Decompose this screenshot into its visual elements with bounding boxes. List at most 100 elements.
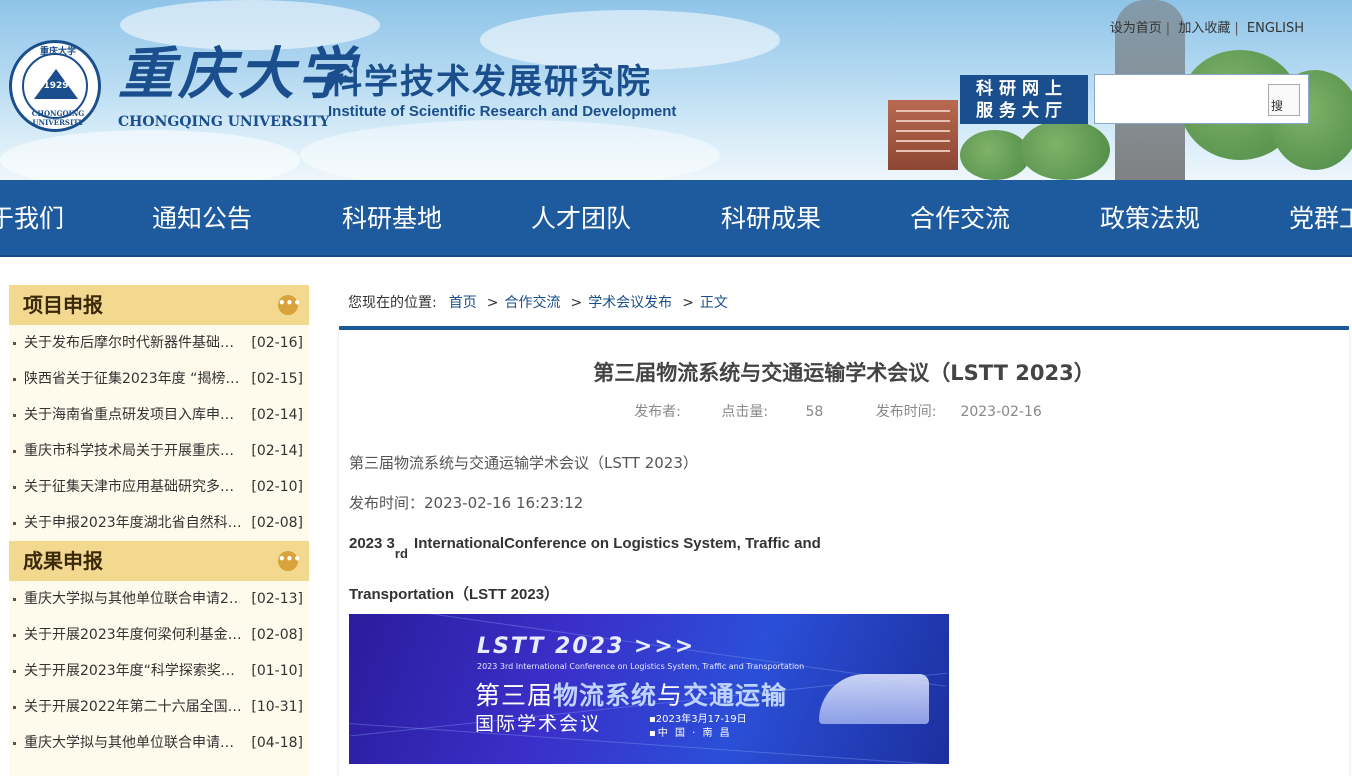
- top-links: 设为首页 | 加入收藏 | ENGLISH: [1110, 17, 1304, 36]
- nav-notices[interactable]: 通知公告: [152, 180, 252, 255]
- list-item-date: [02-15]: [251, 371, 303, 387]
- search-input[interactable]: [1101, 87, 1261, 111]
- list-item[interactable]: 关于开展2023年度何梁何利基金… [02-08]: [9, 617, 309, 653]
- banner-brand: LSTT 2023 >>>: [477, 634, 696, 659]
- breadcrumb-current: 正文: [699, 295, 728, 311]
- list-item-date: [02-14]: [251, 407, 303, 423]
- article-paragraph: 第三届物流系统与交通运输学术会议（LSTT 2023）: [349, 454, 698, 472]
- article-meta: 发布者: 点击量: 58 发布时间: 2023-02-16: [339, 402, 1349, 422]
- university-seal-logo[interactable]: 重庆大学 1929 CHONGQING UNIVERSITY: [9, 40, 101, 132]
- bullet-icon: [13, 378, 16, 381]
- list-item-title[interactable]: 关于开展2023年度“科学探索奖…: [24, 653, 240, 689]
- list-item-title[interactable]: 重庆大学拟与其他单位联合申请…: [24, 725, 240, 761]
- breadcrumb-separator: >: [486, 295, 499, 311]
- search-button[interactable]: 搜: [1268, 84, 1300, 116]
- english-link[interactable]: ENGLISH: [1247, 21, 1304, 36]
- institute-name-cn[interactable]: 科学技术发展研究院: [328, 62, 652, 102]
- list-item-date: [02-16]: [251, 335, 303, 351]
- banner-title-part: 与: [657, 681, 684, 710]
- header-cloud: [0, 130, 300, 180]
- list-item[interactable]: 关于征集天津市应用基础研究多… [02-10]: [9, 469, 309, 505]
- publisher-label: 发布者:: [634, 404, 681, 420]
- bullet-icon: [13, 486, 16, 489]
- list-item-title[interactable]: 关于征集天津市应用基础研究多…: [24, 469, 240, 505]
- banner-date: ▪2023年3月17-19日: [649, 714, 747, 725]
- nav-talent-teams[interactable]: 人才团队: [531, 180, 631, 255]
- list-item[interactable]: 关于申报2023年度湖北省自然科… [02-08]: [9, 505, 309, 541]
- list-item[interactable]: 关于发布后摩尔时代新器件基础… [02-16]: [9, 325, 309, 361]
- university-name-cn[interactable]: 重庆大学: [118, 42, 358, 106]
- article-english-title-line2: Transportation（LSTT 2023）: [349, 586, 560, 603]
- en-title-part-a: 2023 3: [349, 535, 395, 552]
- banner-title-highlight: 物流系统: [553, 681, 658, 710]
- tree-image: [960, 130, 1030, 180]
- hall-line1: 科研网上: [976, 79, 1068, 99]
- divider: |: [1165, 21, 1171, 36]
- project-applications-list: 关于发布后摩尔时代新器件基础… [02-16] 陕西省关于征集2023年度 “揭榜…: [9, 325, 309, 541]
- university-name-en: CHONGQING UNIVERSITY: [118, 114, 330, 130]
- list-item-date: [10-31]: [251, 699, 303, 715]
- list-item[interactable]: 关于海南省重点研发项目入库申… [02-14]: [9, 397, 309, 433]
- nav-research-bases[interactable]: 科研基地: [342, 180, 442, 255]
- conference-banner-image: LSTT 2023 >>> 2023 3rd International Con…: [349, 614, 949, 764]
- train-graphic: [819, 674, 929, 724]
- article-publish-datetime: 发布时间：2023-02-16 16:23:12: [349, 494, 584, 512]
- list-item-title[interactable]: 关于发布后摩尔时代新器件基础…: [24, 325, 240, 361]
- list-item[interactable]: 重庆市科学技术局关于开展重庆… [02-14]: [9, 433, 309, 469]
- site-header: 重庆大学 1929 CHONGQING UNIVERSITY 重庆大学 CHON…: [0, 0, 1352, 180]
- achievement-applications-list: 重庆大学拟与其他单位联合申请2… [02-13] 关于开展2023年度何梁何利基金…: [9, 581, 309, 761]
- list-item-title[interactable]: 重庆大学拟与其他单位联合申请2…: [24, 581, 240, 617]
- list-item[interactable]: 关于开展2022年第二十六届全国… [10-31]: [9, 689, 309, 725]
- sidebar: 项目申报 ••• 关于发布后摩尔时代新器件基础… [02-16] 陕西省关于征集2…: [9, 285, 309, 776]
- list-item-title[interactable]: 关于开展2023年度何梁何利基金…: [24, 617, 240, 653]
- nav-research-results[interactable]: 科研成果: [721, 180, 821, 255]
- breadcrumb-home[interactable]: 首页: [449, 295, 477, 311]
- banner-title-cn: 第三届物流系统与交通运输: [475, 676, 787, 712]
- breadcrumb-separator: >: [570, 295, 583, 311]
- breadcrumb-conferences[interactable]: 学术会议发布: [588, 295, 672, 311]
- set-homepage-link[interactable]: 设为首页: [1110, 21, 1162, 36]
- list-item[interactable]: 关于开展2023年度“科学探索奖… [01-10]: [9, 653, 309, 689]
- building-image: [888, 100, 958, 170]
- list-item-date: [02-13]: [251, 591, 303, 607]
- seal-ring-text: CHONGQING UNIVERSITY: [31, 109, 85, 127]
- sidebar-section-header: 成果申报 •••: [9, 541, 309, 581]
- list-item-title[interactable]: 关于开展2022年第二十六届全国…: [24, 689, 240, 725]
- list-item[interactable]: 重庆大学拟与其他单位联合申请… [04-18]: [9, 725, 309, 761]
- nav-policies[interactable]: 政策法规: [1100, 180, 1200, 255]
- list-item-title[interactable]: 关于海南省重点研发项目入库申…: [24, 397, 240, 433]
- more-dots-icon[interactable]: •••: [278, 551, 301, 571]
- list-item[interactable]: 陕西省关于征集2023年度 “揭榜… [02-15]: [9, 361, 309, 397]
- clicks: 点击量: 58: [709, 404, 835, 420]
- hall-line2: 服务大厅: [976, 101, 1068, 121]
- bullet-icon: [13, 414, 16, 417]
- list-item-title[interactable]: 关于申报2023年度湖北省自然科…: [24, 505, 240, 541]
- nav-cooperation[interactable]: 合作交流: [910, 180, 1010, 255]
- seal-year: 1929: [43, 81, 69, 91]
- banner-place: ▪中 国 · 南 昌: [649, 728, 732, 739]
- section-title-achievement-applications[interactable]: 成果申报: [23, 541, 103, 581]
- clicks-value: 58: [805, 404, 824, 420]
- list-item-date: [02-08]: [251, 627, 303, 643]
- publish-time: 发布时间: 2023-02-16: [864, 404, 1054, 420]
- list-item-date: [02-08]: [251, 515, 303, 531]
- list-item-title[interactable]: 陕西省关于征集2023年度 “揭榜…: [24, 361, 240, 397]
- bullet-icon: [13, 706, 16, 709]
- list-item[interactable]: 重庆大学拟与其他单位联合申请2… [02-13]: [9, 581, 309, 617]
- banner-title-line2: 国际学术会议: [475, 713, 602, 735]
- list-item-date: [04-18]: [251, 735, 303, 751]
- online-service-hall-button[interactable]: 科研网上 服务大厅: [960, 75, 1088, 124]
- section-title-project-applications[interactable]: 项目申报: [23, 285, 103, 325]
- nav-party-work[interactable]: 党群工作: [1289, 180, 1352, 255]
- more-dots-icon[interactable]: •••: [278, 295, 301, 315]
- list-item-title[interactable]: 重庆市科学技术局关于开展重庆…: [24, 433, 240, 469]
- banner-title-part: 第三届: [475, 681, 554, 710]
- sidebar-section-header: 项目申报 •••: [9, 285, 309, 325]
- add-favorite-link[interactable]: 加入收藏: [1178, 21, 1230, 36]
- breadcrumb-cooperation[interactable]: 合作交流: [504, 295, 560, 311]
- nav-about-us[interactable]: 关于我们: [0, 180, 64, 255]
- article-english-title-line1: 2023 3rd InternationalConference on Logi…: [349, 533, 821, 565]
- bullet-icon: [13, 598, 16, 601]
- list-item-date: [02-14]: [251, 443, 303, 459]
- clicks-label: 点击量:: [721, 404, 769, 420]
